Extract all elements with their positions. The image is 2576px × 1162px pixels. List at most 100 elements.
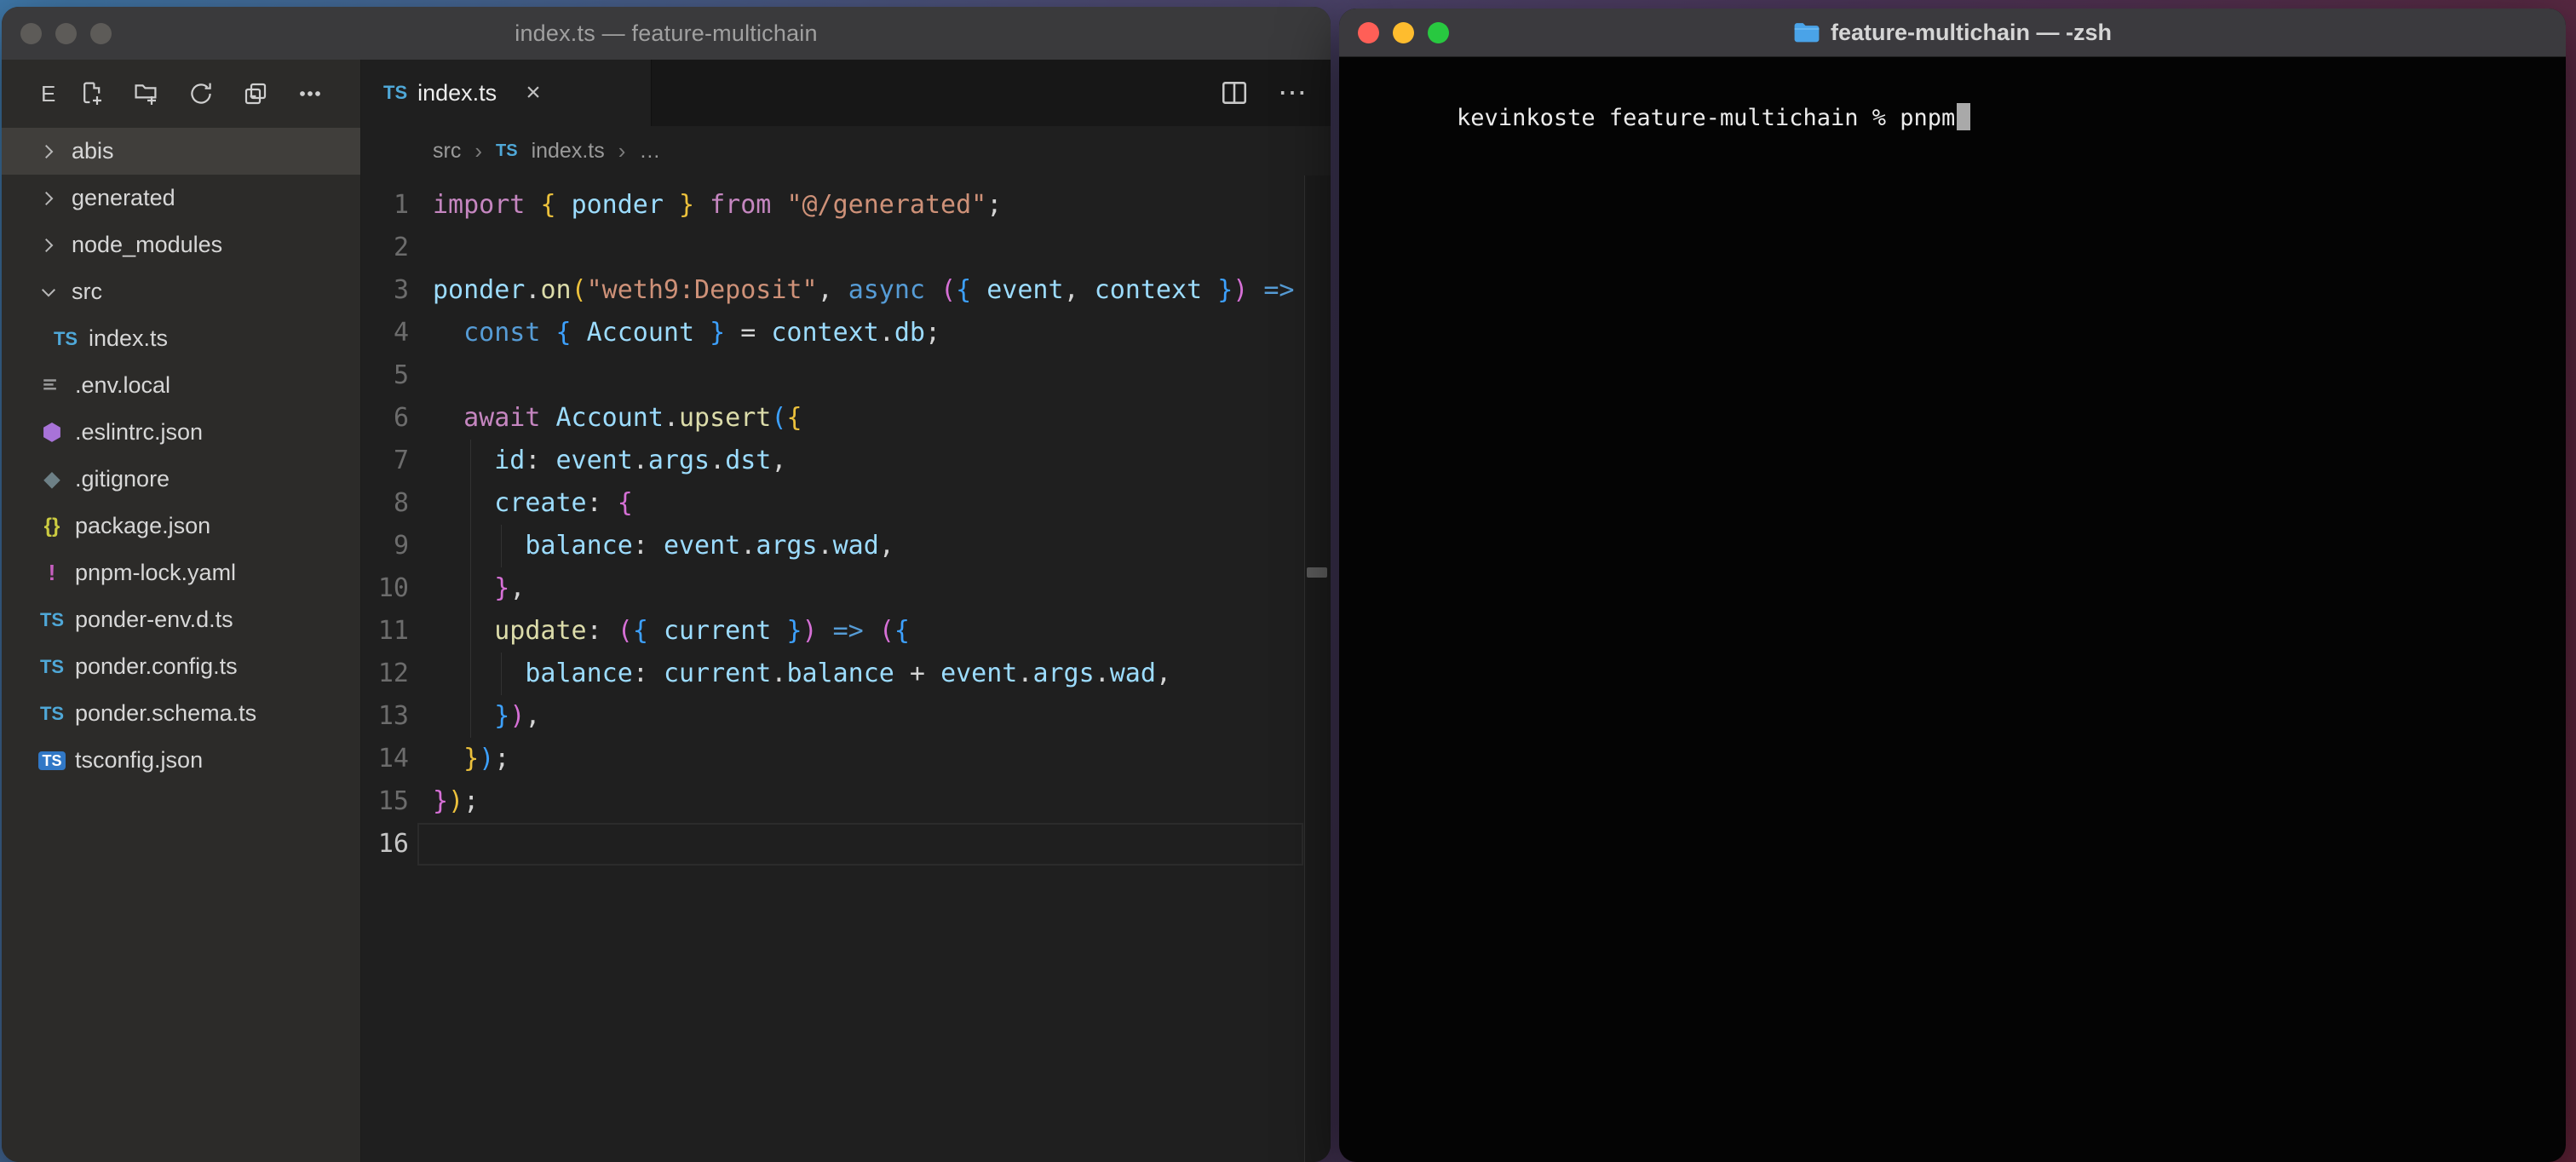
prompt-directory: feature-multichain xyxy=(1609,105,1859,131)
file-label: ponder.schema.ts xyxy=(75,700,256,727)
vscode-window: index.ts — feature-multichain E xyxy=(2,7,1331,1162)
close-tab-icon[interactable]: × xyxy=(526,80,541,106)
line-number: 11 xyxy=(361,610,409,653)
prompt-user: kevinkoste xyxy=(1457,105,1596,131)
chevron-down-icon xyxy=(37,281,60,303)
folder-label: generated xyxy=(72,185,175,211)
new-file-icon[interactable] xyxy=(78,79,106,108)
code-line-11: 11 update: ({ current }) => ({ xyxy=(361,610,1331,653)
typescript-file-icon: TS xyxy=(36,656,68,678)
eslint-file-icon: ⬢ xyxy=(36,419,68,446)
code-line-14: 14 }); xyxy=(361,738,1331,780)
git-file-icon: ◆ xyxy=(36,467,68,492)
sidebar-item--env-local[interactable]: .env.local xyxy=(2,362,360,409)
line-number: 6 xyxy=(361,397,409,440)
json-file-icon: {} xyxy=(36,515,68,538)
sidebar-item-node-modules[interactable]: node_modules xyxy=(2,221,360,268)
terminal-window: feature-multichain — -zsh kevinkoste fea… xyxy=(1339,9,2566,1162)
shell-prompt: kevinkoste feature-multichain % pnpm xyxy=(1346,67,2559,170)
sidebar-item--gitignore[interactable]: ◆.gitignore xyxy=(2,456,360,503)
typescript-file-icon: TS xyxy=(383,82,407,104)
typescript-file-icon: TS xyxy=(49,328,82,350)
settings-file-icon xyxy=(36,375,68,397)
vertical-scrollbar[interactable] xyxy=(1304,175,1331,1162)
code-line-9: 9 balance: event.args.wad, xyxy=(361,525,1331,567)
line-number: 7 xyxy=(361,440,409,482)
collapse-all-icon[interactable] xyxy=(241,79,270,108)
sidebar-item-ponder-env-d-ts[interactable]: TSponder-env.d.ts xyxy=(2,596,360,643)
chevron-right-icon xyxy=(37,141,60,163)
file-label: ponder-env.d.ts xyxy=(75,607,233,633)
scrollbar-thumb[interactable] xyxy=(1307,567,1327,578)
vscode-titlebar[interactable]: index.ts — feature-multichain xyxy=(2,7,1331,60)
line-number: 14 xyxy=(361,738,409,780)
tab-index-ts[interactable]: TS index.ts × xyxy=(361,60,652,126)
code-text: }); xyxy=(433,738,509,780)
breadcrumb-src[interactable]: src xyxy=(433,139,461,164)
sidebar-item-pnpm-lock-yaml[interactable]: !pnpm-lock.yaml xyxy=(2,549,360,596)
yaml-lock-file-icon: ! xyxy=(36,560,68,586)
line-number: 5 xyxy=(361,354,409,397)
typescript-file-icon: TS xyxy=(496,141,518,161)
line-number: 1 xyxy=(361,184,409,227)
tab-label: index.ts xyxy=(417,80,497,106)
sidebar-item--eslintrc-json[interactable]: ⬢.eslintrc.json xyxy=(2,409,360,456)
sidebar-item-ponder-schema-ts[interactable]: TSponder.schema.ts xyxy=(2,690,360,737)
sidebar-item-tsconfig-json[interactable]: TStsconfig.json xyxy=(2,737,360,784)
chevron-right-icon xyxy=(37,187,60,210)
refresh-icon[interactable] xyxy=(187,79,216,108)
breadcrumb: src › TS index.ts › … xyxy=(361,126,1331,175)
code-text: id: event.args.dst, xyxy=(433,440,786,482)
sidebar-item-generated[interactable]: generated xyxy=(2,175,360,221)
sidebar-item-ponder-config-ts[interactable]: TS ponder.config.ts xyxy=(2,643,360,690)
breadcrumb-file[interactable]: index.ts xyxy=(532,139,605,164)
code-text: const { Account } = context.db; xyxy=(433,312,940,354)
file-tree: abis generated node_modulessrcTSindex.ts .e… xyxy=(2,128,360,1162)
split-editor-icon[interactable] xyxy=(1220,78,1249,107)
sidebar-item-abis[interactable]: abis xyxy=(2,128,360,175)
code-line-5: 5 xyxy=(361,354,1331,397)
new-folder-icon[interactable] xyxy=(132,79,161,108)
line-number: 13 xyxy=(361,695,409,738)
code-text: balance: current.balance + event.args.wa… xyxy=(433,653,1171,695)
line-number: 8 xyxy=(361,482,409,525)
terminal-titlebar[interactable]: feature-multichain — -zsh xyxy=(1339,9,2566,57)
line-number: 16 xyxy=(361,823,409,866)
terminal-title-text: feature-multichain — -zsh xyxy=(1831,20,2112,46)
line-number: 2 xyxy=(361,227,409,269)
folder-label: node_modules xyxy=(72,232,222,258)
sidebar-item-src[interactable]: src xyxy=(2,268,360,315)
code-line-8: 8 create: { xyxy=(361,482,1331,525)
more-actions-icon[interactable] xyxy=(296,79,325,108)
code-text: }), xyxy=(433,695,540,738)
sidebar-item-package-json[interactable]: {} package.json xyxy=(2,503,360,549)
folder-label: abis xyxy=(72,138,114,164)
editor-more-actions-icon[interactable]: ⋯ xyxy=(1278,76,1308,110)
code-line-2: 2 xyxy=(361,227,1331,269)
code-line-16: 16 xyxy=(361,823,1331,866)
chevron-right-icon: › xyxy=(474,138,482,164)
file-label: tsconfig.json xyxy=(75,747,203,774)
chevron-right-icon: › xyxy=(618,138,626,164)
file-label: ponder.config.ts xyxy=(75,653,238,680)
terminal-title: feature-multichain — -zsh xyxy=(1339,20,2566,46)
typed-command: pnpm xyxy=(1900,105,1955,131)
code-line-13: 13 }), xyxy=(361,695,1331,738)
folder-icon xyxy=(1793,21,1820,43)
code-text: }); xyxy=(433,780,479,823)
line-number: 4 xyxy=(361,312,409,354)
line-number: 10 xyxy=(361,567,409,610)
file-label: package.json xyxy=(75,513,210,539)
code-text: }, xyxy=(433,567,525,610)
chevron-right-icon xyxy=(37,234,60,256)
code-line-4: 4 const { Account } = context.db; xyxy=(361,312,1331,354)
code-line-6: 6 await Account.upsert({ xyxy=(361,397,1331,440)
code-editor[interactable]: 1import { ponder } from "@/generated";23… xyxy=(361,175,1331,1162)
breadcrumb-symbol[interactable]: … xyxy=(639,139,660,164)
terminal-content[interactable]: kevinkoste feature-multichain % pnpm xyxy=(1339,57,2566,1162)
prompt-symbol: % xyxy=(1872,105,1886,131)
sidebar-item-index-ts[interactable]: TSindex.ts xyxy=(2,315,360,362)
code-line-1: 1 import { ponder } from "@/generated"; xyxy=(361,184,1331,227)
code-text: import { ponder } from "@/generated"; xyxy=(433,184,1002,227)
file-label: .env.local xyxy=(75,372,170,399)
